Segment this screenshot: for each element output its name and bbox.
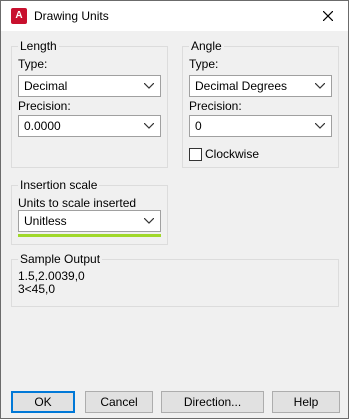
length-type-label: Type: <box>18 57 48 71</box>
length-precision-select[interactable]: 0.0000 <box>18 115 161 137</box>
window-title: Drawing Units <box>34 9 109 23</box>
sample-output-legend: Sample Output <box>18 252 103 266</box>
autocad-app-icon: A <box>11 8 27 24</box>
angle-group: Angle Type: Decimal Degrees Precision: 0… <box>182 39 339 168</box>
sample-output-line-1: 1.5,2.0039,0 <box>18 269 85 283</box>
length-group: Length Type: Decimal Precision: 0.0000 <box>11 39 168 168</box>
clockwise-checkbox[interactable] <box>189 148 202 161</box>
length-legend: Length <box>18 39 59 53</box>
sample-output-line-2: 3<45,0 <box>18 282 56 296</box>
insertion-scale-legend: Insertion scale <box>18 178 100 192</box>
clockwise-label[interactable]: Clockwise <box>205 147 259 161</box>
drawing-units-dialog: A Drawing Units Length Type: Decimal Pre… <box>0 0 349 419</box>
sample-output-group: Sample Output 1.5,2.0039,0 3<45,0 <box>11 252 339 307</box>
length-precision-value: 0.0000 <box>24 119 61 133</box>
chevron-down-icon <box>315 83 325 89</box>
insertion-units-value: Unitless <box>24 214 67 228</box>
angle-precision-label: Precision: <box>189 99 242 113</box>
angle-precision-value: 0 <box>195 119 202 133</box>
insertion-units-select[interactable]: Unitless <box>18 210 161 232</box>
title-bar: A Drawing Units <box>1 1 348 31</box>
app-icon-letter: A <box>15 10 23 21</box>
length-type-value: Decimal <box>24 79 68 93</box>
help-button[interactable]: Help <box>272 391 340 413</box>
angle-type-value: Decimal Degrees <box>195 79 288 93</box>
chevron-down-icon <box>144 218 154 224</box>
angle-type-select[interactable]: Decimal Degrees <box>189 75 332 97</box>
chevron-down-icon <box>144 83 154 89</box>
length-type-select[interactable]: Decimal <box>18 75 161 97</box>
close-button[interactable] <box>308 1 348 31</box>
cancel-button[interactable]: Cancel <box>85 391 153 413</box>
angle-type-label: Type: <box>189 57 219 71</box>
chevron-down-icon <box>144 123 154 129</box>
angle-legend: Angle <box>189 39 224 53</box>
ok-button[interactable]: OK <box>11 391 75 413</box>
close-icon <box>323 11 333 21</box>
angle-precision-select[interactable]: 0 <box>189 115 332 137</box>
direction-button[interactable]: Direction... <box>161 391 264 413</box>
focus-highlight-bar <box>18 234 161 237</box>
chevron-down-icon <box>315 123 325 129</box>
insertion-scale-group: Insertion scale Units to scale inserted … <box>11 178 168 245</box>
length-precision-label: Precision: <box>18 99 71 113</box>
